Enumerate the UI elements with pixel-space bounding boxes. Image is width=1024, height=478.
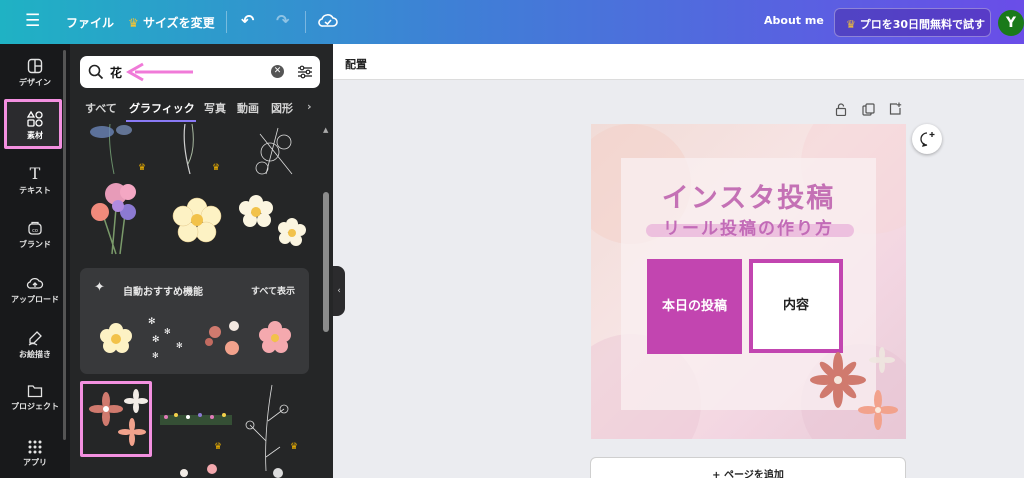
content-box[interactable]: 内容: [749, 259, 843, 353]
line-art-tree-graphic[interactable]: ♛: [245, 384, 298, 472]
redo-icon[interactable]: ↷: [276, 11, 289, 30]
rail-item-design[interactable]: デザイン: [0, 58, 70, 88]
filter-icon[interactable]: [297, 64, 313, 80]
line-art-flower-graphic[interactable]: [255, 127, 293, 175]
cloud-save-icon[interactable]: [318, 12, 338, 31]
comment-add-icon: [920, 132, 935, 147]
today-post-box[interactable]: 本日の投稿: [647, 259, 742, 354]
recommend-title: 自動おすすめ機能: [123, 287, 203, 298]
pink-arrow-icon: [125, 62, 193, 82]
rail-label: プロジェクト: [11, 402, 59, 411]
rail-item-draw[interactable]: お絵描き: [0, 330, 70, 360]
text-icon: T: [29, 164, 41, 183]
rail-item-elements[interactable]: 素材: [0, 111, 70, 141]
rail-item-upload[interactable]: アップロード: [0, 275, 70, 305]
rail-label: アプリ: [23, 458, 47, 467]
apps-icon: [28, 440, 42, 454]
design-icon: [27, 58, 43, 74]
crown-icon: ♛: [214, 442, 222, 452]
rail-item-projects[interactable]: プロジェクト: [0, 384, 70, 412]
recommend-flower-1: [100, 323, 132, 353]
rail-label: デザイン: [19, 78, 51, 87]
crown-icon: ♛: [290, 442, 298, 452]
rail-item-text[interactable]: T テキスト: [0, 166, 70, 196]
undo-icon[interactable]: ↶: [241, 11, 254, 30]
divider: [305, 11, 306, 33]
resize-label: サイズを変更: [142, 16, 215, 30]
wildflower-border-graphic[interactable]: ♛: [160, 413, 232, 452]
resize-button[interactable]: ♛ サイズを変更: [128, 14, 215, 31]
draw-icon: [28, 331, 42, 346]
search-input[interactable]: 花 ✕: [80, 56, 320, 88]
file-menu[interactable]: ファイル: [66, 14, 114, 31]
tab-videos[interactable]: 動画: [237, 100, 259, 116]
tab-all[interactable]: すべて: [85, 100, 117, 116]
active-tab-indicator: [126, 120, 196, 122]
svg-text:✻: ✻: [164, 327, 171, 336]
see-all-link[interactable]: すべて表示: [251, 284, 295, 297]
graphics-row-2[interactable]: [80, 178, 320, 258]
search-value: 花: [110, 66, 123, 80]
graphics-row-1[interactable]: ♛ ♛: [80, 124, 320, 176]
recommend-graphics[interactable]: ✻ ✻ ✻ ✻ ✻: [88, 312, 303, 362]
rail-item-brand[interactable]: co ブランド: [0, 220, 70, 250]
avatar[interactable]: Y: [998, 10, 1024, 36]
clear-icon[interactable]: ✕: [271, 65, 284, 78]
search-icon: [88, 64, 104, 80]
recommend-flower-3: [205, 321, 239, 355]
top-bar: ☰ ファイル ♛ サイズを変更 ↶ ↷ About me ♛ プロを30日間無料…: [0, 0, 1024, 44]
svg-text:✻: ✻: [148, 317, 156, 327]
tab-shapes[interactable]: 図形: [271, 100, 293, 116]
divider: [226, 11, 227, 33]
design-subtitle[interactable]: リール投稿の作り方: [592, 214, 905, 239]
folder-icon: [27, 385, 43, 398]
daisy-graphic[interactable]: [239, 195, 306, 246]
stem-graphic[interactable]: ♛: [183, 124, 220, 175]
crown-icon: ♛: [128, 16, 139, 30]
add-page-icon[interactable]: [889, 102, 902, 115]
menu-icon[interactable]: ☰: [25, 11, 40, 31]
selected-graphic-highlight: [80, 381, 152, 457]
crown-icon: ♛: [846, 18, 856, 31]
arrange-button[interactable]: 配置: [345, 56, 367, 72]
tabs-next-icon[interactable]: ›: [307, 100, 312, 113]
tab-graphics[interactable]: グラフィック: [129, 100, 195, 116]
scroll-up-icon[interactable]: ▲: [323, 126, 331, 134]
flower-decoration[interactable]: [810, 346, 906, 430]
svg-text:co: co: [32, 228, 38, 234]
design-title[interactable]: インスタ投稿: [592, 176, 905, 215]
rail-label: お絵描き: [19, 350, 51, 359]
rail-label: テキスト: [19, 186, 51, 195]
cream-flower-graphic[interactable]: [172, 197, 222, 243]
svg-text:✻: ✻: [152, 351, 159, 360]
partial-flowers-graphic[interactable]: [180, 464, 283, 478]
crown-icon: ♛: [212, 163, 220, 173]
recommend-flower-4: [259, 321, 291, 353]
recommend-flower-2: ✻ ✻ ✻ ✻ ✻: [148, 317, 183, 360]
add-page-button[interactable]: + ページを追加: [590, 457, 906, 478]
bouquet-graphic[interactable]: [91, 183, 136, 255]
brand-icon: co: [28, 221, 42, 235]
rail-item-apps[interactable]: アプリ: [0, 440, 70, 468]
tab-photos[interactable]: 写真: [204, 100, 226, 116]
lock-icon[interactable]: [835, 103, 847, 116]
collapse-panel-button[interactable]: ‹: [333, 266, 345, 316]
panel-scrollbar[interactable]: [323, 192, 329, 332]
about-me-link[interactable]: About me: [764, 14, 824, 27]
rail-label: アップロード: [11, 295, 59, 304]
svg-text:✻: ✻: [152, 335, 160, 345]
context-toolbar: [333, 44, 1024, 80]
upload-icon: [26, 277, 44, 289]
duplicate-icon[interactable]: [862, 103, 875, 116]
pro-label: プロを30日間無料で試す: [859, 18, 986, 31]
comment-button[interactable]: [912, 124, 942, 154]
magic-sparkle-icon: ✦: [94, 280, 105, 295]
blue-flower-graphic[interactable]: ♛: [90, 124, 146, 175]
rail-label: 素材: [27, 131, 43, 140]
svg-text:✻: ✻: [176, 341, 183, 350]
rail-label: ブランド: [19, 240, 51, 249]
elements-icon: [27, 111, 43, 127]
crown-icon: ♛: [138, 163, 146, 173]
try-pro-button[interactable]: ♛ プロを30日間無料で試す: [834, 8, 991, 37]
